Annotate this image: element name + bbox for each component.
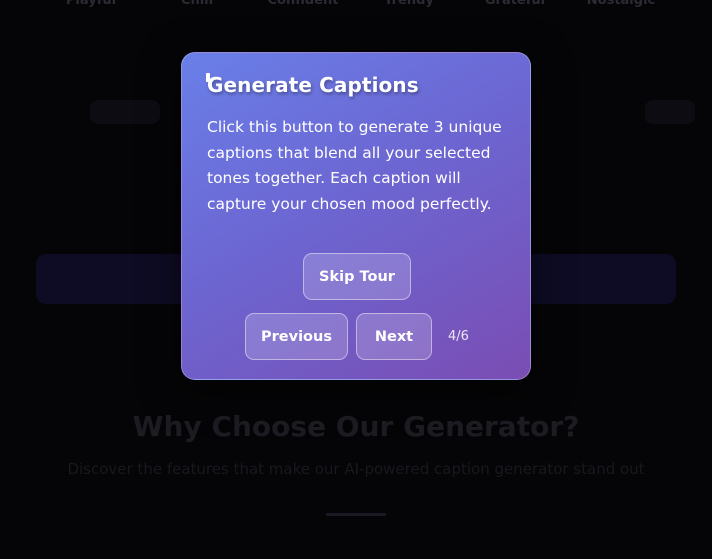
page: Playful Chill Confident Trendy Grateful … — [0, 0, 712, 559]
skip-tour-button[interactable]: Skip Tour — [303, 253, 411, 300]
background-card-left — [90, 100, 160, 124]
previous-button[interactable]: Previous — [245, 313, 348, 360]
tour-popover: Generate Captions Click this button to g… — [181, 52, 531, 380]
section-title: Why Choose Our Generator? — [132, 410, 580, 443]
next-button[interactable]: Next — [356, 313, 432, 360]
tone-option-nostalgic[interactable]: Nostalgic — [568, 0, 674, 8]
tone-option-chill[interactable]: Chill — [144, 0, 250, 8]
tone-option-confident[interactable]: Confident — [250, 0, 356, 8]
tone-option-trendy[interactable]: Trendy — [356, 0, 462, 8]
tour-description: Click this button to generate 3 unique c… — [207, 118, 502, 213]
tour-title: Generate Captions — [207, 73, 419, 97]
background-card-right — [645, 100, 695, 124]
section-subtitle: Discover the features that make our AI-p… — [67, 460, 645, 478]
tone-option-playful[interactable]: Playful — [38, 0, 144, 8]
section-divider — [326, 513, 386, 516]
step-counter: 4/6 — [448, 329, 469, 344]
tone-option-grateful[interactable]: Grateful — [462, 0, 568, 8]
tone-options-row: Playful Chill Confident Trendy Grateful … — [0, 0, 712, 13]
